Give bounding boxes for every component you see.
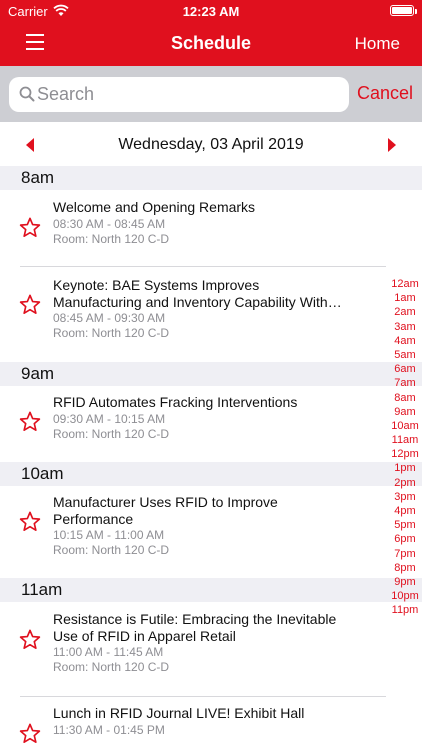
star-outline-icon[interactable]: [19, 294, 41, 315]
session-title-line2: Manufacturing and Inventory Capability W…: [53, 294, 342, 310]
session-room: Room: North 120 C-D: [53, 427, 170, 441]
session-title-line2: Use of RFID in Apparel Retail: [53, 628, 236, 644]
session-room: Room: North 120 C-D: [53, 543, 170, 557]
star-outline-icon[interactable]: [19, 723, 41, 744]
search-input[interactable]: [37, 77, 337, 112]
hour-label: 8am: [21, 168, 55, 187]
hour-label: 9am: [21, 364, 55, 383]
hour-index-item[interactable]: 2pm: [390, 476, 420, 490]
status-time: 12:23 AM: [182, 4, 240, 19]
hour-index-item[interactable]: 12pm: [390, 447, 420, 461]
home-button[interactable]: Home: [355, 34, 400, 54]
session-time: 11:30 AM - 01:45 PM: [53, 723, 165, 737]
hour-label: 10am: [21, 464, 64, 483]
caret-right-icon[interactable]: [388, 138, 396, 152]
session-item[interactable]: Welcome and Opening Remarks 08:30 AM - 0…: [0, 190, 386, 266]
session-title-line2: Performance: [53, 511, 134, 527]
status-bar: Carrier 12:23 AM: [0, 0, 422, 22]
hour-header: 9am: [0, 362, 422, 386]
session-title: RFID Automates Fracking Interventions: [53, 394, 298, 410]
hour-index-item[interactable]: 11am: [390, 433, 420, 447]
search-icon: [19, 86, 35, 102]
session-room: Room: North 120 C-D: [53, 232, 170, 246]
session-time: 11:00 AM - 11:45 AM: [53, 645, 164, 659]
current-date: Wednesday, 03 April 2019: [118, 136, 304, 153]
session-title: Welcome and Opening Remarks: [53, 199, 256, 215]
hour-index-item[interactable]: 3pm: [390, 490, 420, 504]
hour-index-item[interactable]: 3am: [390, 320, 420, 334]
hour-index-item[interactable]: 7pm: [390, 547, 420, 561]
date-selector: Wednesday, 03 April 2019: [0, 122, 422, 166]
session-item[interactable]: Lunch in RFID Journal LIVE! Exhibit Hall…: [0, 697, 386, 750]
hour-index-item[interactable]: 5am: [390, 348, 420, 362]
session-title: Resistance is Futile: Embracing the Inev…: [53, 611, 337, 627]
session-room: Room: North 120 C-D: [53, 660, 170, 674]
session-room: Room: North 120 C-D: [53, 326, 170, 340]
cancel-button[interactable]: Cancel: [357, 83, 413, 104]
star-outline-icon[interactable]: [19, 629, 41, 650]
hour-index-item[interactable]: 5pm: [390, 518, 420, 532]
session-title: Manufacturer Uses RFID to Improve: [53, 494, 278, 510]
star-outline-icon[interactable]: [19, 511, 41, 532]
session-item[interactable]: Resistance is Futile: Embracing the Inev…: [0, 602, 386, 696]
battery-icon: [390, 5, 414, 16]
hour-header: 11am: [0, 578, 422, 602]
hour-index-item[interactable]: 11pm: [390, 603, 420, 617]
hour-index[interactable]: 12am 1am 2am 3am 4am 5am 6am 7am 8am 9am 10am 11am 1…: [390, 277, 420, 618]
hour-header: 8am: [0, 166, 422, 190]
hour-index-item[interactable]: 8pm: [390, 561, 420, 575]
hour-index-item[interactable]: 9am: [390, 405, 420, 419]
session-title: Keynote: BAE Systems Improves: [53, 277, 260, 293]
session-time: 08:30 AM - 08:45 AM: [53, 217, 166, 231]
hour-index-item[interactable]: 7am: [390, 376, 420, 390]
search-field[interactable]: [9, 77, 349, 112]
session-item[interactable]: RFID Automates Fracking Interventions 09…: [0, 386, 386, 462]
hour-index-item[interactable]: 1pm: [390, 461, 420, 475]
hour-index-item[interactable]: 10pm: [390, 589, 420, 603]
battery-tip-icon: [415, 9, 417, 14]
hour-index-item[interactable]: 6am: [390, 362, 420, 376]
nav-bar: Schedule Home: [0, 22, 422, 66]
hour-index-item[interactable]: 4am: [390, 334, 420, 348]
hour-index-item[interactable]: 12am: [390, 277, 420, 291]
hour-index-item[interactable]: 8am: [390, 391, 420, 405]
hour-index-item[interactable]: 2am: [390, 305, 420, 319]
hour-index-item[interactable]: 9pm: [390, 575, 420, 589]
session-title: Lunch in RFID Journal LIVE! Exhibit Hall: [53, 705, 305, 721]
schedule-list[interactable]: 8am Welcome and Opening Remarks 08:30 AM…: [0, 166, 422, 750]
session-item[interactable]: Manufacturer Uses RFID to Improve Perfor…: [0, 486, 386, 578]
hour-header: 10am: [0, 462, 422, 486]
session-time: 08:45 AM - 09:30 AM: [53, 311, 166, 325]
hour-index-item[interactable]: 10am: [390, 419, 420, 433]
session-time: 10:15 AM - 11:00 AM: [53, 528, 165, 542]
session-time: 09:30 AM - 10:15 AM: [53, 412, 166, 426]
star-outline-icon[interactable]: [19, 411, 41, 432]
star-outline-icon[interactable]: [19, 217, 41, 238]
hour-index-item[interactable]: 4pm: [390, 504, 420, 518]
hour-index-item[interactable]: 6pm: [390, 532, 420, 546]
hour-label: 11am: [21, 580, 63, 599]
session-item[interactable]: Keynote: BAE Systems Improves Manufactur…: [0, 267, 386, 362]
hour-index-item[interactable]: 1am: [390, 291, 420, 305]
search-bar: Cancel: [0, 66, 422, 122]
